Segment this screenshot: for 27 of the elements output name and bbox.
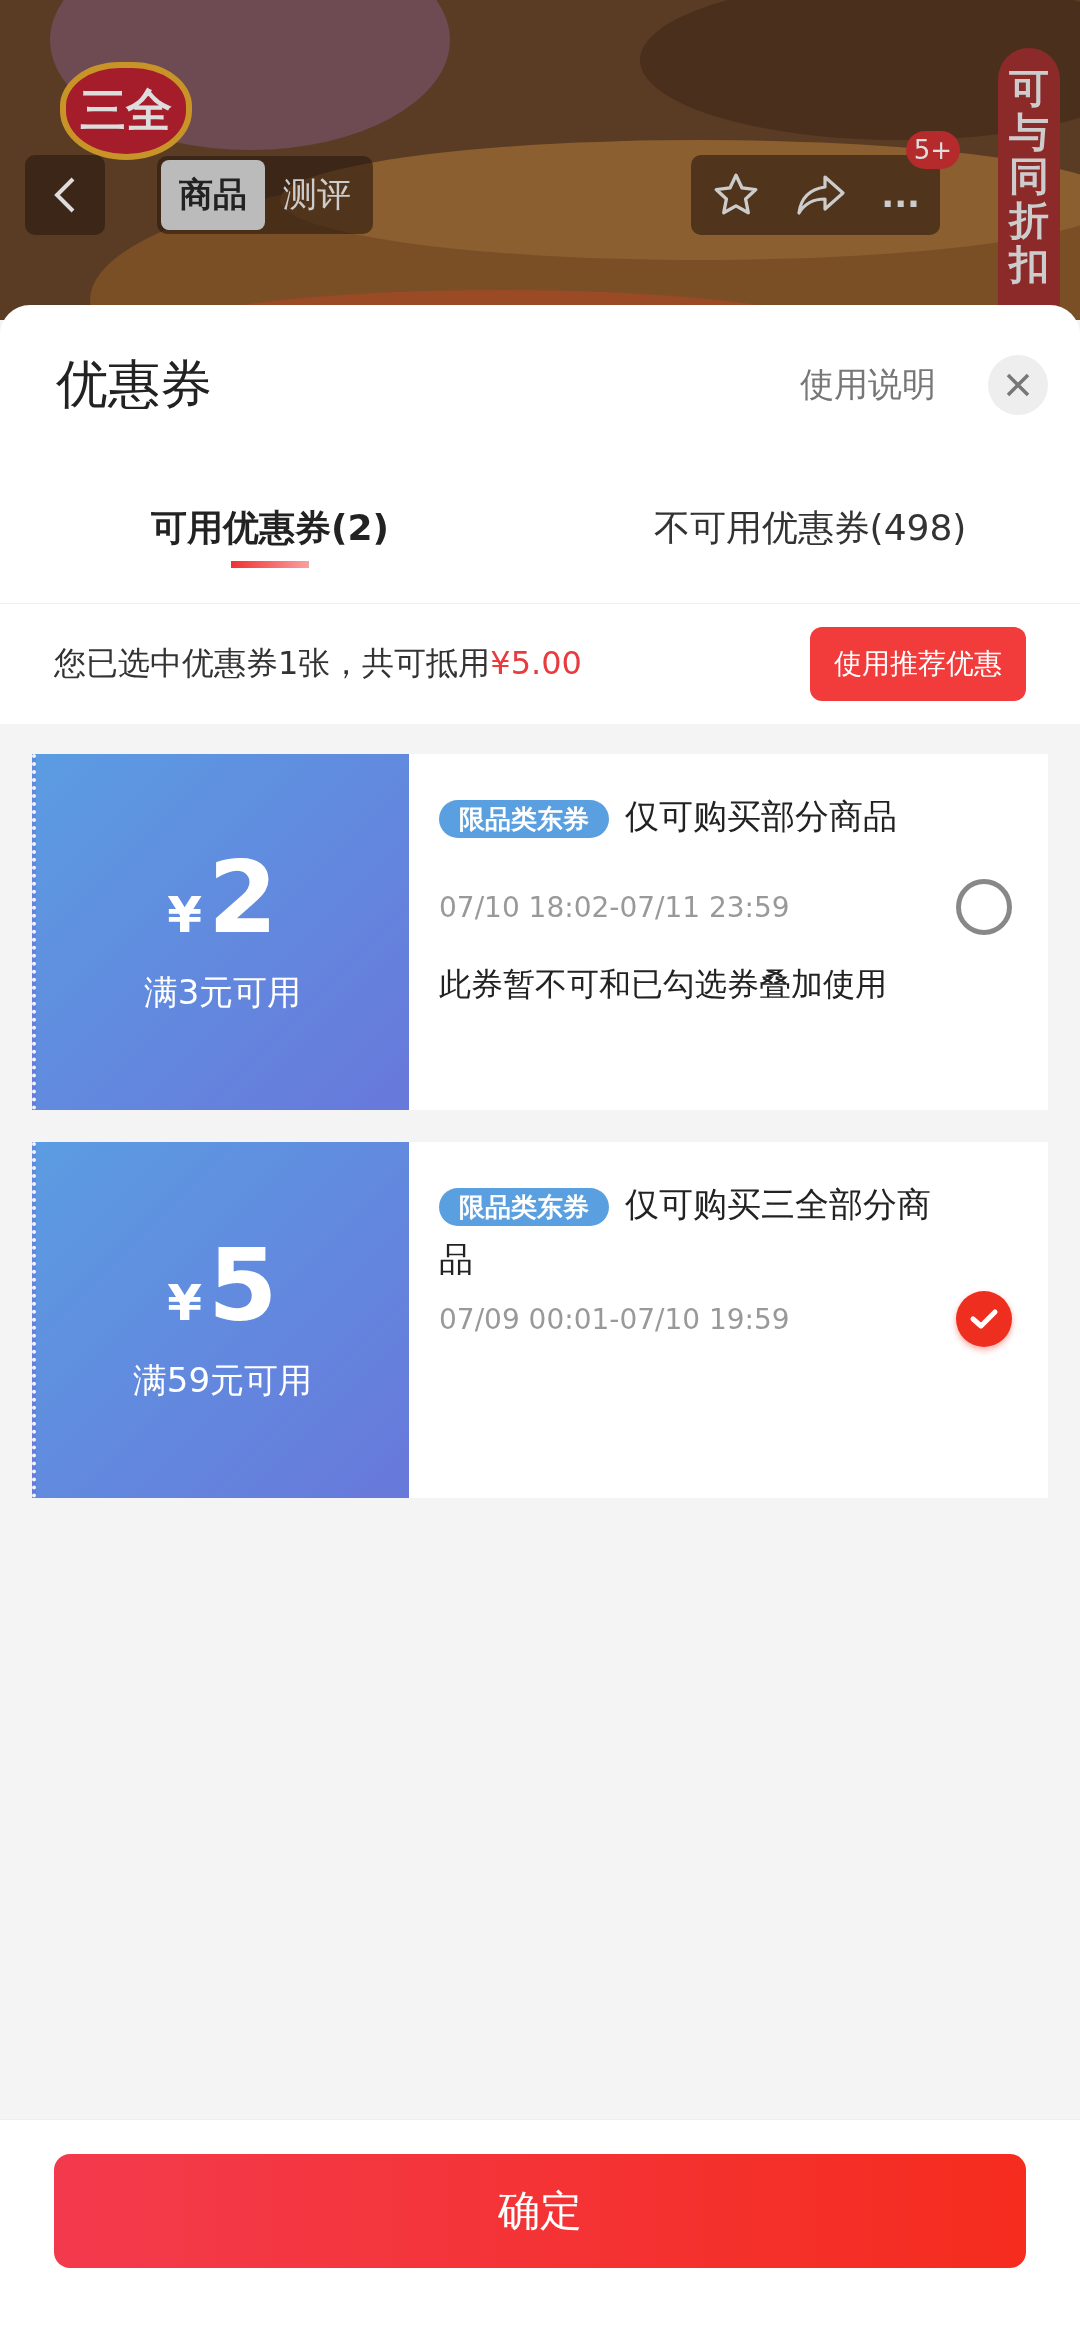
help-link[interactable]: 使用说明 [800,362,936,408]
recommend-button[interactable]: 使用推荐优惠 [810,627,1026,701]
validity-period: 07/10 18:02-07/11 23:59 [439,890,790,924]
sheet-title: 优惠券 [56,353,213,416]
select-checkbox[interactable] [956,879,1012,935]
category-tag: 限品类东券 [439,800,609,838]
confirm-button[interactable]: 确定 [54,2154,1026,2268]
promo-tag: 可与同折扣 [998,48,1060,308]
more-button[interactable]: ... [881,175,920,215]
coupon-condition: 满59元可用 [132,1359,313,1402]
coupon-tab[interactable]: 不可用优惠券(498) [540,483,1080,603]
coupon-condition: 满3元可用 [143,971,302,1014]
coupon-note: 此券暂不可和已勾选券叠加使用 [439,964,888,1005]
select-checkbox[interactable] [956,1291,1012,1347]
coupon-amount: ¥2 [167,848,278,948]
category-tag: 限品类东券 [439,1188,609,1226]
back-icon [53,175,77,215]
coupon-title: 限品类东券 仅可购买部分商品 [439,790,1012,845]
coupon-title: 限品类东券 仅可购买三全部分商品 [439,1183,932,1281]
check-icon [969,1307,999,1331]
summary-text: 您已选中优惠券1张，共可抵用¥5.00 [54,643,582,684]
close-icon [1005,372,1031,398]
page-tab[interactable]: 测评 [265,160,369,230]
back-button[interactable] [25,155,105,235]
coupon-amount: ¥5 [167,1236,278,1336]
page-tab[interactable]: 商品 [161,160,265,230]
validity-period: 07/09 00:01-07/10 19:59 [439,1302,790,1336]
